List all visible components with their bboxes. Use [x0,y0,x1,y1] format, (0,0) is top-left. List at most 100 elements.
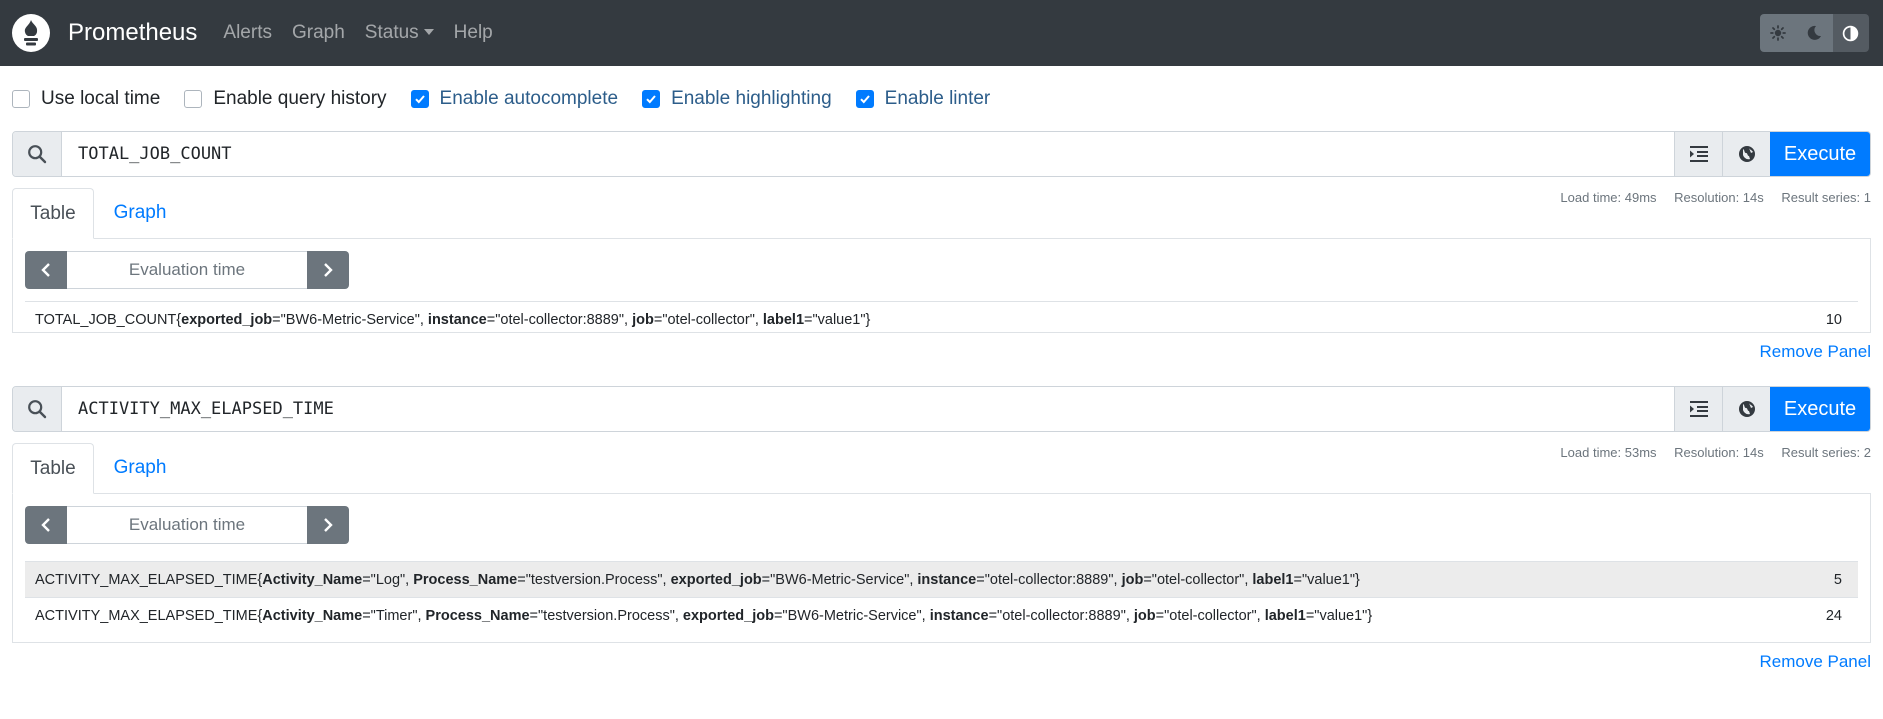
nav-graph[interactable]: Graph [282,22,355,44]
label-key: label1 [762,312,805,328]
eval-time-forward-button[interactable] [307,506,349,544]
label-value: value1 [1307,571,1350,588]
expression-input-group: ACTIVITY_MAX_ELAPSED_TIME Execute [12,386,1871,432]
indent-icon [1689,146,1708,162]
checkbox[interactable] [855,89,874,108]
evaluation-time-input[interactable]: Evaluation time [67,251,307,289]
label-value: otel-collector:8889 [989,571,1109,588]
tab-graph[interactable]: Graph [94,188,186,238]
checkbox[interactable] [642,89,661,108]
series-value: 24 [1825,608,1842,624]
remove-panel-link[interactable]: Remove Panel [1759,342,1871,362]
chevron-right-icon [324,518,333,532]
label-key: Activity_Name [262,608,363,624]
theme-auto-button[interactable] [1832,14,1869,52]
label-key: exported_job [682,608,774,624]
globe-icon [1738,401,1755,417]
remove-panel-link[interactable]: Remove Panel [1759,652,1871,672]
checkbox[interactable] [184,89,203,108]
label-value: testversion.Process [543,608,670,624]
series-labels: ACTIVITY_MAX_ELAPSED_TIME{Activity_Name=… [35,608,1373,624]
checkbox[interactable] [12,89,30,108]
label-value: Log [375,571,401,588]
table-tab-content: Evaluation time TOTAL_JOB_COUNT{exported… [12,239,1871,333]
expression-input[interactable]: TOTAL_JOB_COUNT [62,132,1674,176]
label-value: otel-collector:8889 [500,312,619,328]
result-table: ACTIVITY_MAX_ELAPSED_TIME{Activity_Name=… [25,561,1858,634]
label-value: value1 [817,312,861,328]
option-label: Enable linter [884,87,991,109]
result-series: Result series: 2 [1781,445,1871,460]
eval-time-forward-button[interactable] [307,251,349,289]
label-key: label1 [1252,571,1294,588]
query-stats: Load time: 49ms Resolution: 14s Result s… [1546,190,1871,205]
option-enable-linter[interactable]: Enable linter [855,87,991,110]
label-value: value1 [1319,608,1363,624]
theme-light-button[interactable] [1760,14,1797,52]
remove-panel-row: Remove Panel [12,643,1871,680]
search-icon-box [13,387,62,431]
search-icon [28,400,47,419]
metrics-explorer-button[interactable] [1722,387,1770,431]
theme-dark-button[interactable] [1796,14,1833,52]
panel-spacer [0,370,1883,386]
tab-table[interactable]: Table [12,443,94,494]
option-enable-highlighting[interactable]: Enable highlighting [642,88,832,110]
expression-input[interactable]: ACTIVITY_MAX_ELAPSED_TIME [62,387,1674,431]
label-key: job [1121,571,1144,588]
resolution: Resolution: 14s [1674,445,1764,460]
indent-icon [1689,401,1708,417]
option-enable-query-history[interactable]: Enable query history [184,87,387,110]
remove-panel-row: Remove Panel [12,333,1871,370]
label-value: BW6-Metric-Service [285,312,415,328]
checkbox[interactable] [410,89,429,108]
eval-time-back-button[interactable] [25,506,67,544]
label-key: Process_Name [413,571,518,588]
prometheus-logo-icon[interactable] [12,14,50,52]
label-key: job [1133,608,1156,624]
label-value: otel-collector:8889 [1002,608,1121,624]
nav-status[interactable]: Status [355,22,444,44]
nav-alerts[interactable]: Alerts [213,22,282,44]
label-key: label1 [1264,608,1306,624]
label-key: instance [917,571,977,588]
brand-title[interactable]: Prometheus [68,19,197,47]
result-series: Result series: 1 [1781,190,1871,205]
sun-icon [1770,25,1787,41]
chevron-left-icon [41,263,50,277]
option-use-local-time[interactable]: Use local time [12,88,160,110]
label-value: otel-collector [1156,571,1240,588]
label-key: instance [929,608,989,624]
execute-button[interactable]: Execute [1770,132,1870,176]
series-labels: ACTIVITY_MAX_ELAPSED_TIME{Activity_Name=… [35,571,1360,588]
load-time: Load time: 49ms [1560,190,1657,205]
panel-tabs: Table Graph Load time: 49ms Resolution: … [12,188,1871,239]
tab-graph[interactable]: Graph [94,443,186,493]
nav-help[interactable]: Help [444,22,503,44]
resolution: Resolution: 14s [1674,190,1764,205]
tab-table[interactable]: Table [12,188,94,239]
query-panel: ACTIVITY_MAX_ELAPSED_TIME Execute Table … [12,386,1871,680]
label-key: Process_Name [425,608,530,624]
format-expression-button[interactable] [1674,387,1722,431]
eval-time-back-button[interactable] [25,251,67,289]
label-key: Activity_Name [262,571,363,588]
label-value: BW6-Metric-Service [787,608,917,624]
option-label: Enable autocomplete [439,87,619,109]
execute-button[interactable]: Execute [1770,387,1870,431]
evaluation-time-input[interactable]: Evaluation time [67,506,307,544]
format-expression-button[interactable] [1674,132,1722,176]
label-value: testversion.Process [530,571,658,588]
option-label: Enable query history [213,87,387,109]
label-value: otel-collector [667,312,750,328]
query-panel: TOTAL_JOB_COUNT Execute Table Graph Load… [12,131,1871,370]
query-options: Use local time Enable query history Enab… [0,66,1883,131]
expression-input-group: TOTAL_JOB_COUNT Execute [12,131,1871,177]
label-value: Timer [375,608,413,624]
option-label: Use local time [41,87,161,109]
label-value: otel-collector [1169,608,1252,624]
metrics-explorer-button[interactable] [1722,132,1770,176]
table-tab-content: Evaluation time ACTIVITY_MAX_ELAPSED_TIM… [12,494,1871,643]
metric-name: TOTAL_JOB_COUNT [35,312,177,328]
option-enable-autocomplete[interactable]: Enable autocomplete [410,87,619,110]
